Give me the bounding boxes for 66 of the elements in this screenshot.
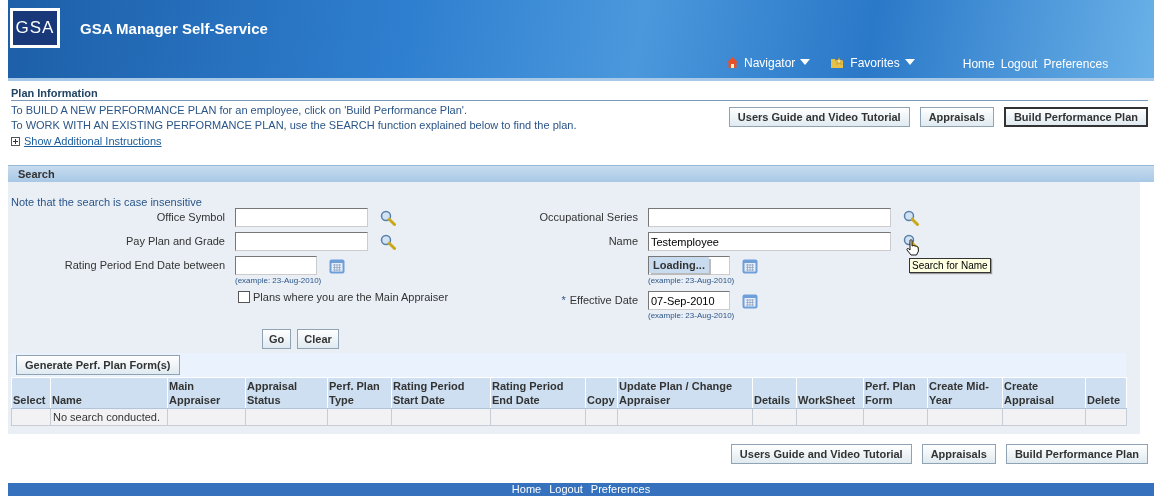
logo: GSA bbox=[10, 8, 60, 48]
column-header: WorkSheet bbox=[796, 377, 864, 409]
hint-text: (example: 23-Aug-2010) bbox=[235, 275, 323, 286]
hint-text: (example: 23-Aug-2010) bbox=[648, 310, 736, 321]
column-header: Rating Period Start Date bbox=[391, 377, 491, 409]
caret-icon bbox=[800, 59, 811, 66]
loading-popup: Loading... bbox=[649, 257, 709, 273]
instruction-text: To BUILD A NEW PERFORMANCE PLAN for an employee, click on 'Build Performance Plan'. bbox=[11, 103, 468, 118]
field-label: Occupational Series bbox=[539, 211, 638, 223]
checkbox[interactable] bbox=[238, 291, 250, 303]
input-field[interactable]: Testemployee bbox=[648, 232, 891, 251]
button[interactable]: Clear bbox=[297, 329, 339, 349]
calendar-icon[interactable] bbox=[742, 292, 758, 309]
note-text: Note that the search is case insensitive bbox=[10, 196, 203, 208]
column-header: Rating Period End Date bbox=[490, 377, 586, 409]
column-header: Details bbox=[752, 377, 797, 409]
button[interactable]: Users Guide and Video Tutorial bbox=[728, 107, 910, 127]
button[interactable]: Go bbox=[262, 329, 292, 349]
column-header: Perf. Plan Type bbox=[327, 377, 392, 409]
column-header: Delete bbox=[1085, 377, 1127, 409]
checkbox-label: Plans where you are the Main Appraiser bbox=[253, 291, 449, 303]
input-field[interactable] bbox=[235, 232, 368, 251]
field-label: Rating Period End Date between bbox=[64, 259, 225, 271]
instruction-text: To WORK WITH AN EXISTING PERFORMANCE PLAN, use the SEARCH function explained below to find the plan. bbox=[11, 118, 577, 133]
column-header: Perf. Plan Form bbox=[863, 377, 928, 409]
input-field[interactable] bbox=[235, 208, 368, 227]
column-header: Name bbox=[50, 377, 168, 409]
menu-button[interactable]: Favorites bbox=[830, 55, 915, 70]
app-title: GSA Manager Self-Service bbox=[80, 19, 268, 37]
button[interactable]: Appraisals bbox=[919, 107, 994, 127]
show-instructions-link[interactable]: Show Additional Instructions bbox=[24, 133, 162, 149]
column-header: Create Appraisal bbox=[1002, 377, 1086, 409]
footer-link[interactable]: Home bbox=[511, 483, 542, 496]
caret-icon bbox=[904, 59, 915, 66]
column-header: Create Mid-Year bbox=[927, 377, 1003, 409]
field-label: Pay Plan and Grade bbox=[125, 235, 225, 247]
field-label: Effective Date bbox=[569, 294, 638, 306]
column-header: Appraisal Status bbox=[245, 377, 328, 409]
calendar-icon[interactable] bbox=[742, 257, 758, 274]
button[interactable]: Users Guide and Video Tutorial bbox=[730, 444, 912, 464]
section-title: Plan Information bbox=[11, 87, 1148, 101]
tooltip: Search for Name bbox=[909, 257, 991, 273]
menu-button[interactable]: Navigator bbox=[726, 55, 811, 70]
hint-text: (example: 23-Aug-2010) bbox=[648, 275, 736, 286]
button[interactable]: Build Performance Plan bbox=[1005, 444, 1148, 464]
date-field[interactable]: 07-Sep-2010 bbox=[648, 291, 730, 310]
field-label: Office Symbol bbox=[156, 211, 225, 223]
column-header: Select bbox=[11, 377, 51, 409]
house-icon bbox=[726, 56, 739, 69]
section-header: Search bbox=[8, 165, 1154, 182]
footer-link[interactable]: Preferences bbox=[590, 483, 651, 496]
date-field[interactable] bbox=[235, 256, 317, 275]
field-label: Name bbox=[608, 235, 638, 247]
input-field[interactable] bbox=[648, 208, 891, 227]
button[interactable]: Generate Perf. Plan Form(s) bbox=[16, 355, 180, 375]
folder-icon bbox=[830, 56, 846, 69]
hand-pointer-icon bbox=[906, 238, 920, 256]
button[interactable]: Build Performance Plan bbox=[1003, 107, 1148, 127]
button[interactable]: Appraisals bbox=[921, 444, 996, 464]
expand-icon[interactable] bbox=[11, 136, 20, 146]
column-header: Update Plan / Change Appraiser bbox=[617, 377, 753, 409]
column-header: Copy bbox=[585, 377, 618, 409]
column-header: Main Appraiser bbox=[167, 377, 246, 409]
required-mark: * bbox=[561, 294, 566, 306]
footer-link[interactable]: Logout bbox=[549, 483, 583, 496]
calendar-icon[interactable] bbox=[329, 257, 345, 274]
